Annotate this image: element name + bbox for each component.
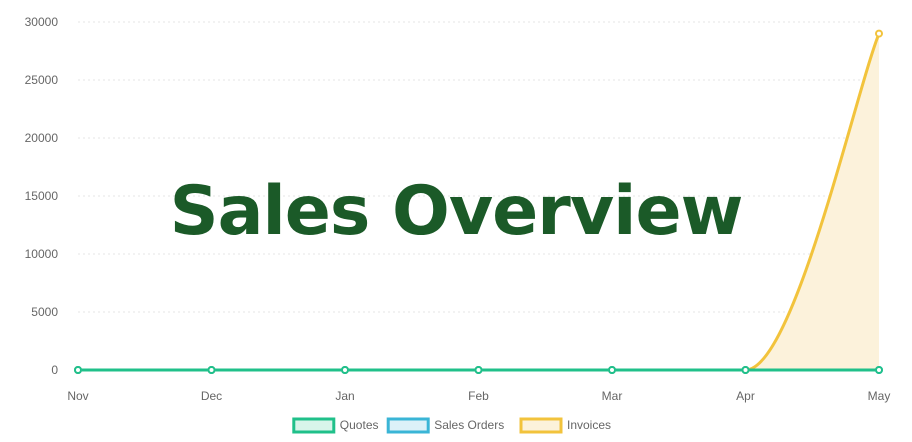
y-tick-label: 5000: [31, 305, 58, 319]
series-points: [74, 29, 883, 374]
y-tick-label: 10000: [25, 247, 59, 261]
data-point: [608, 366, 616, 374]
series-line-invoices: [76, 32, 881, 372]
y-axis: 30000 25000 20000 15000 10000 5000 0: [25, 15, 59, 377]
data-point: [875, 29, 883, 38]
data-point: [875, 366, 883, 374]
legend-swatch: [386, 417, 430, 434]
data-point: [74, 366, 82, 374]
legend-swatch: [292, 417, 336, 434]
grid-lines: [78, 21, 879, 313]
data-point: [741, 366, 750, 374]
x-tick-label: Mar: [602, 389, 623, 403]
data-point: [207, 366, 216, 374]
x-axis: Nov Dec Jan Feb Mar Apr May: [67, 389, 890, 403]
x-tick-label: Feb: [468, 389, 489, 403]
legend-label: Quotes: [340, 418, 379, 432]
x-tick-label: Nov: [67, 389, 88, 403]
series-lines: [76, 32, 881, 372]
chart-container: 30000 25000 20000 15000 10000 5000 0 Nov Dec Jan…: [0, 0, 912, 442]
y-tick-label: 20000: [25, 131, 59, 145]
y-tick-label: 30000: [25, 15, 59, 29]
y-tick-label: 15000: [25, 189, 59, 203]
sales-chart: 30000 25000 20000 15000 10000 5000 0 Nov Dec Jan…: [25, 15, 890, 434]
series-area-invoices: [78, 33, 879, 370]
legend-label: Sales Orders: [434, 418, 504, 432]
x-tick-label: May: [868, 389, 891, 403]
x-tick-label: Apr: [736, 389, 755, 403]
x-tick-label: Jan: [335, 389, 354, 403]
data-point: [341, 366, 349, 374]
legend-label: Invoices: [567, 418, 611, 432]
legend-swatch: [519, 417, 563, 434]
x-tick-label: Dec: [201, 389, 222, 403]
y-tick-label: 25000: [25, 73, 59, 87]
series-areas: [78, 33, 879, 370]
legend: Quotes Sales Orders Invoices: [292, 417, 611, 434]
y-tick-label: 0: [51, 363, 58, 377]
data-point: [474, 366, 483, 374]
